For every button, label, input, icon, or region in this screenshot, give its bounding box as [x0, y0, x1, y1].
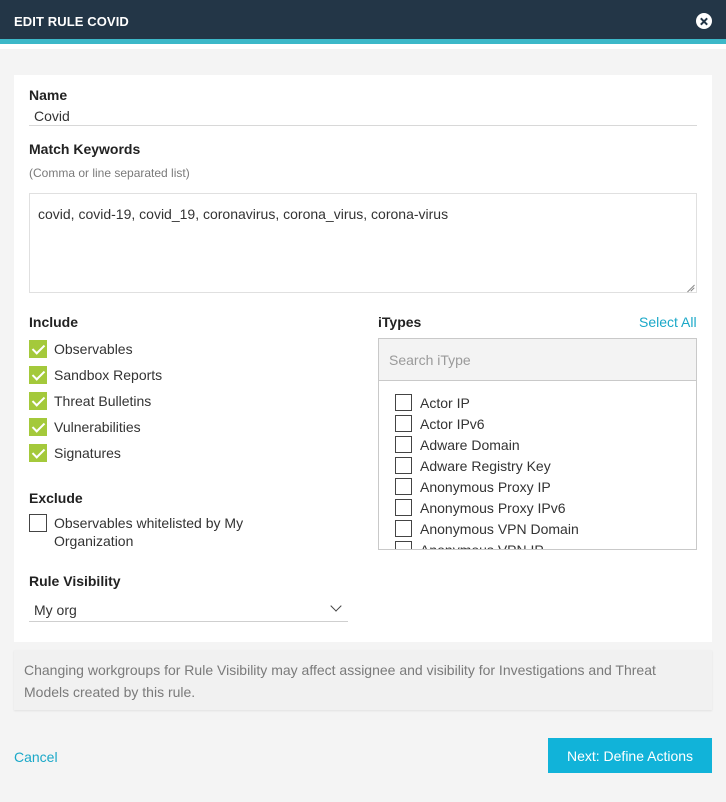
checkbox-unchecked-icon [395, 541, 412, 549]
itype-search-input[interactable] [379, 339, 696, 381]
include-vulnerabilities-checkbox[interactable]: Vulnerabilities [29, 417, 141, 437]
itype-label: Anonymous Proxy IP [420, 478, 551, 495]
checkbox-checked-icon [29, 366, 47, 384]
exclude-whitelisted-checkbox[interactable] [29, 513, 47, 533]
itype-item-actor-ip[interactable]: Actor IP [379, 392, 696, 413]
checkbox-checked-icon [29, 392, 47, 410]
cancel-link[interactable]: Cancel [14, 749, 58, 765]
itype-list: Actor IP Actor IPv6 Adware Domain Adware… [379, 392, 696, 550]
itype-label: Anonymous VPN Domain [420, 520, 579, 537]
itypes-label: iTypes [378, 314, 422, 330]
itype-item-anonymous-vpn-domain[interactable]: Anonymous VPN Domain [379, 518, 696, 539]
checkbox-label: Observables [54, 341, 133, 357]
match-keywords-hint: (Comma or line separated list) [29, 166, 190, 180]
checkbox-unchecked-icon [395, 457, 412, 474]
next-define-actions-button[interactable]: Next: Define Actions [548, 738, 712, 773]
itype-item-adware-domain[interactable]: Adware Domain [379, 434, 696, 455]
include-signatures-checkbox[interactable]: Signatures [29, 443, 121, 463]
exclude-whitelisted-label: Observables whitelisted by My Organizati… [54, 515, 244, 549]
checkbox-unchecked-icon [395, 499, 412, 516]
checkbox-unchecked-icon [29, 514, 47, 532]
match-keywords-textarea[interactable]: covid, covid-19, covid_19, coronavirus, … [29, 193, 697, 293]
close-icon[interactable] [696, 13, 712, 29]
itype-item-actor-ipv6[interactable]: Actor IPv6 [379, 413, 696, 434]
chevron-down-icon [330, 600, 342, 612]
itype-label: Actor IP [420, 394, 470, 411]
itype-label: Anonymous Proxy IPv6 [420, 499, 566, 516]
itypes-listbox: Actor IP Actor IPv6 Adware Domain Adware… [378, 338, 697, 550]
checkbox-label: Signatures [54, 445, 121, 461]
itype-item-adware-registry-key[interactable]: Adware Registry Key [379, 455, 696, 476]
checkbox-checked-icon [29, 418, 47, 436]
textarea-resize-handle[interactable] [686, 282, 695, 291]
include-threat-bulletins-checkbox[interactable]: Threat Bulletins [29, 391, 151, 411]
checkbox-label: Threat Bulletins [54, 393, 152, 409]
itype-label: Anonymous VPN IP [420, 541, 544, 550]
checkbox-unchecked-icon [395, 520, 412, 537]
modal-title: EDIT RULE COVID [14, 14, 129, 29]
checkbox-checked-icon [29, 444, 47, 462]
itype-item-anonymous-proxy-ip[interactable]: Anonymous Proxy IP [379, 476, 696, 497]
exclude-label: Exclude [29, 490, 83, 506]
checkbox-label: Vulnerabilities [54, 419, 141, 435]
checkbox-unchecked-icon [395, 415, 412, 432]
rule-visibility-select[interactable]: My org [29, 598, 348, 622]
checkbox-unchecked-icon [395, 436, 412, 453]
match-keywords-label: Match Keywords [29, 141, 141, 157]
itype-label: Adware Registry Key [420, 457, 551, 474]
name-input[interactable]: Covid [34, 108, 70, 124]
checkbox-label: Sandbox Reports [54, 367, 163, 383]
visibility-notice: Changing workgroups for Rule Visibility … [14, 650, 712, 710]
rule-visibility-label: Rule Visibility [29, 573, 121, 589]
name-input-underline [29, 125, 697, 126]
checkbox-unchecked-icon [395, 394, 412, 411]
itype-label: Adware Domain [420, 436, 520, 453]
include-label: Include [29, 314, 79, 330]
select-all-link[interactable]: Select All [639, 314, 697, 330]
itype-item-anonymous-proxy-ipv6[interactable]: Anonymous Proxy IPv6 [379, 497, 696, 518]
name-label: Name [29, 87, 68, 103]
checkbox-checked-icon [29, 340, 47, 358]
itype-item-anonymous-vpn-ip[interactable]: Anonymous VPN IP [379, 539, 696, 550]
modal-header: EDIT RULE COVID [0, 0, 726, 44]
rule-visibility-value: My org [34, 602, 77, 618]
checkbox-unchecked-icon [395, 478, 412, 495]
itype-label: Actor IPv6 [420, 415, 485, 432]
include-sandbox-reports-checkbox[interactable]: Sandbox Reports [29, 365, 162, 385]
include-observables-checkbox[interactable]: Observables [29, 339, 133, 359]
